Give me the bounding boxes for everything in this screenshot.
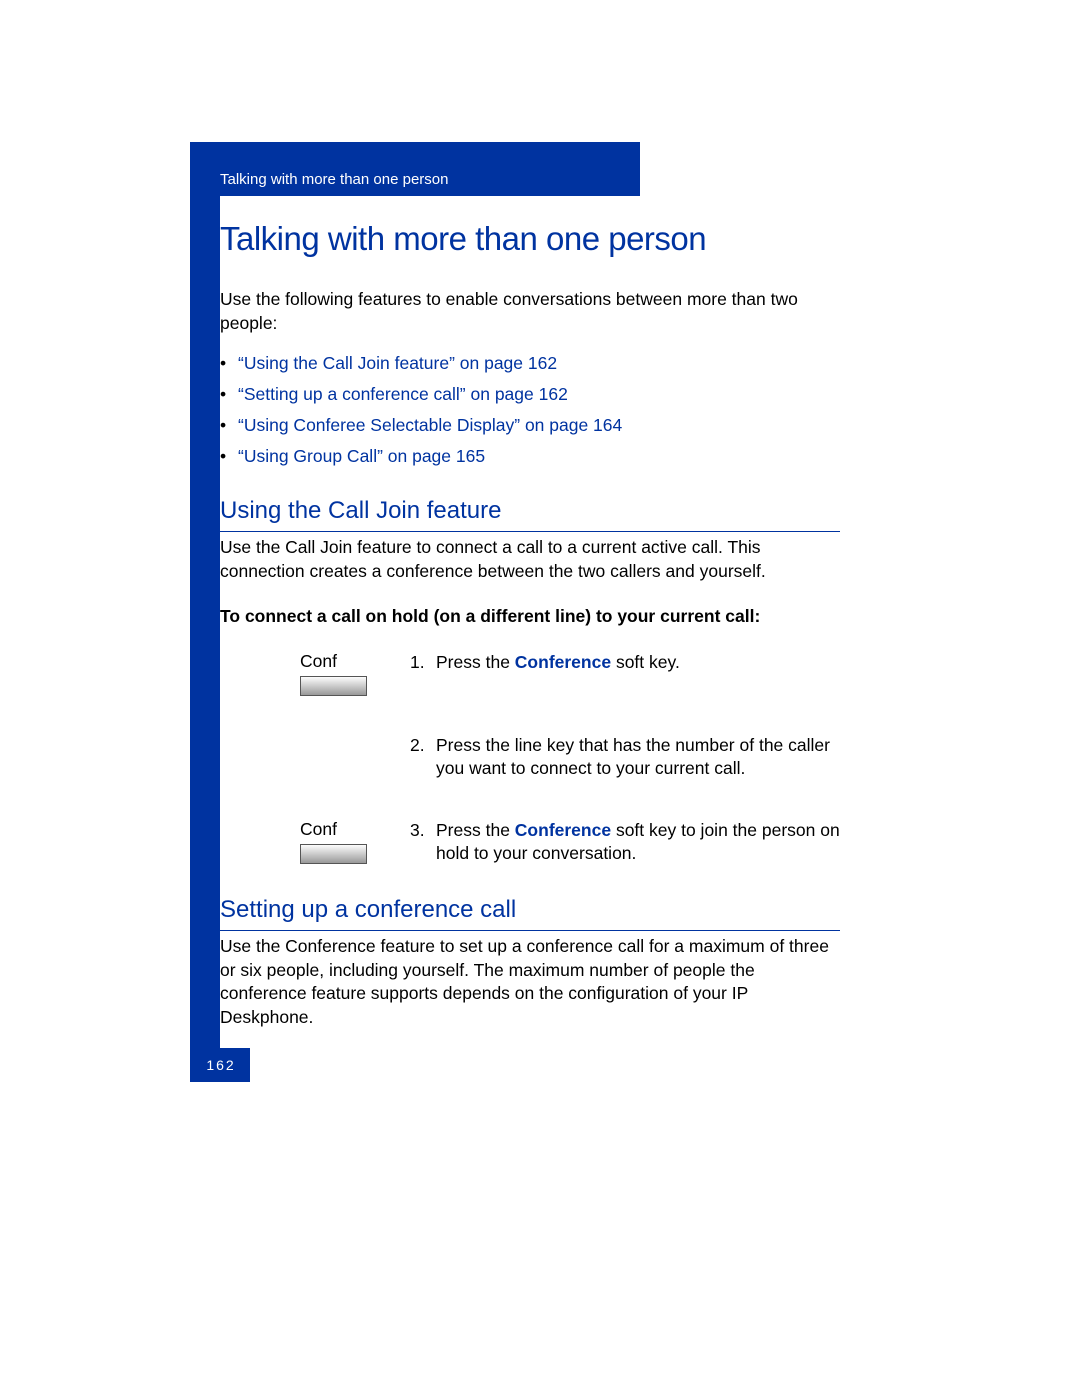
step-number: 3. <box>410 819 436 866</box>
toc-link[interactable]: “Setting up a conference call” on page 1… <box>238 384 840 405</box>
softkey-button-icon <box>300 676 367 696</box>
step-row: 2. Press the line key that has the numbe… <box>220 734 840 781</box>
step-visual: Conf <box>220 819 410 864</box>
softkey-label: Conf <box>300 651 410 672</box>
section-body: Use the Call Join feature to connect a c… <box>220 536 840 583</box>
section-heading: Setting up a conference call <box>220 896 840 931</box>
step-visual: Conf <box>220 651 410 696</box>
procedure-lead: To connect a call on hold (on a differen… <box>220 606 840 627</box>
intro-paragraph: Use the following features to enable con… <box>220 288 840 335</box>
toc-link[interactable]: “Using the Call Join feature” on page 16… <box>238 353 840 374</box>
running-header-text: Talking with more than one person <box>220 171 448 188</box>
step-instruction: 2. Press the line key that has the numbe… <box>410 734 840 781</box>
step-number: 1. <box>410 651 436 675</box>
step-text: Press the Conference soft key to join th… <box>436 819 840 866</box>
toc-link[interactable]: “Using Conferee Selectable Display” on p… <box>238 415 840 436</box>
step-row: Conf 3. Press the Conference soft key to… <box>220 819 840 866</box>
page-number: 162 <box>190 1048 250 1082</box>
section-heading: Using the Call Join feature <box>220 497 840 532</box>
document-page: Talking with more than one person Talkin… <box>0 0 1080 1397</box>
section-body: Use the Conference feature to set up a c… <box>220 935 840 1030</box>
side-color-bar <box>190 142 220 1082</box>
page-content: Talking with more than one person Use th… <box>220 210 840 1048</box>
toc-link-list: “Using the Call Join feature” on page 16… <box>220 353 840 467</box>
softkey-label: Conf <box>300 819 410 840</box>
page-title: Talking with more than one person <box>220 220 840 258</box>
toc-link[interactable]: “Using Group Call” on page 165 <box>238 446 840 467</box>
running-header: Talking with more than one person <box>190 142 640 196</box>
step-instruction: 3. Press the Conference soft key to join… <box>410 819 840 866</box>
step-number: 2. <box>410 734 436 781</box>
step-text: Press the Conference soft key. <box>436 651 840 675</box>
step-row: Conf 1. Press the Conference soft key. <box>220 651 840 696</box>
keyword: Conference <box>515 652 611 672</box>
softkey-button-icon <box>300 844 367 864</box>
keyword: Conference <box>515 820 611 840</box>
procedure-steps: Conf 1. Press the Conference soft key. 2… <box>220 651 840 867</box>
step-text: Press the line key that has the number o… <box>436 734 840 781</box>
step-instruction: 1. Press the Conference soft key. <box>410 651 840 675</box>
